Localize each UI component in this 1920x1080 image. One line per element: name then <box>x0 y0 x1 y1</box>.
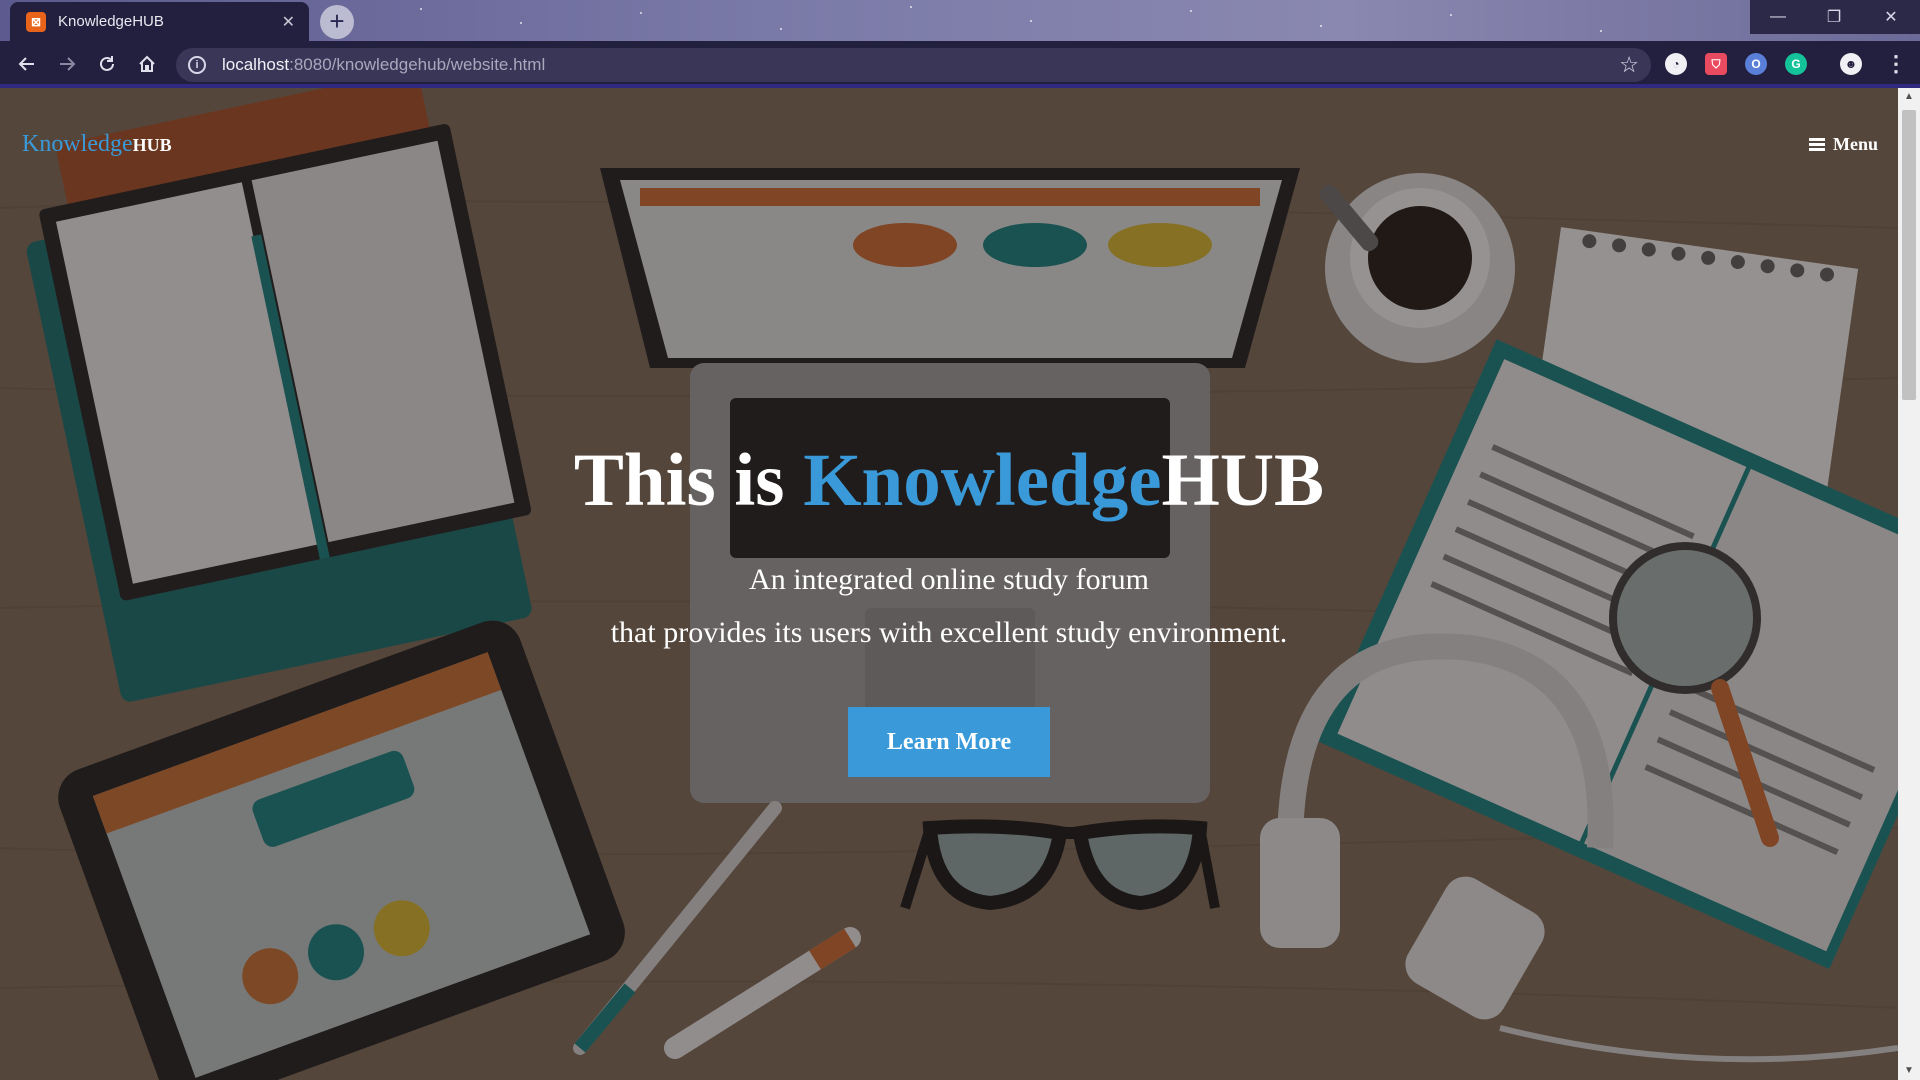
extension-grammarly-icon[interactable]: G <box>1785 53 1807 75</box>
menu-label: Menu <box>1833 134 1878 154</box>
brand-rest-text: HUB <box>132 135 172 155</box>
scroll-up-icon[interactable]: ▲ <box>1898 88 1920 106</box>
back-button[interactable] <box>12 49 42 79</box>
scrollbar-thumb[interactable] <box>1902 110 1916 400</box>
profile-avatar-icon[interactable]: ☻ <box>1840 53 1862 75</box>
hamburger-icon <box>1809 136 1825 154</box>
menu-button[interactable]: Menu <box>1809 134 1878 155</box>
xampp-icon: ⊠ <box>26 11 46 32</box>
home-icon <box>139 55 155 72</box>
scroll-down-icon[interactable]: ▼ <box>1898 1062 1920 1080</box>
hero-subtitle-line2: that provides its users with excellent s… <box>610 616 1288 649</box>
hero-title-accent: Knowledge <box>803 439 1162 522</box>
extension-speed-icon[interactable]: ◔ <box>1665 53 1687 75</box>
extension-pocket-icon[interactable]: ⛉ <box>1705 53 1727 75</box>
browser-tab[interactable]: ⊠ KnowledgeHUB ✕ <box>10 2 309 41</box>
site-logo[interactable]: KnowledgeHUB <box>22 131 172 158</box>
home-button[interactable] <box>132 49 162 79</box>
reload-button[interactable] <box>92 49 122 79</box>
reload-icon <box>100 56 114 71</box>
arrow-right-icon <box>60 57 76 71</box>
browser-menu-icon[interactable]: ⋮ <box>1885 51 1907 77</box>
page-viewport: KnowledgeHUB Menu This is KnowledgeHUB A… <box>0 88 1898 1080</box>
arrow-left-icon <box>18 57 34 71</box>
page-scrollbar[interactable]: ▲ ▼ <box>1898 88 1920 1080</box>
url-host: localhost <box>222 55 290 74</box>
browser-toolbar: i localhost:8080/knowledgehub/website.ht… <box>0 41 1920 88</box>
new-tab-button[interactable]: + <box>320 5 354 39</box>
maximize-button[interactable]: ❐ <box>1806 0 1862 34</box>
address-bar[interactable]: i localhost:8080/knowledgehub/website.ht… <box>176 48 1651 82</box>
close-window-button[interactable]: ✕ <box>1862 0 1920 34</box>
minimize-button[interactable]: — <box>1750 0 1806 34</box>
info-icon[interactable]: i <box>188 56 206 74</box>
hero-title-suffix: HUB <box>1161 439 1325 522</box>
extension-o-icon[interactable]: O <box>1745 53 1767 75</box>
forward-button[interactable] <box>52 49 82 79</box>
tab-close-icon[interactable]: ✕ <box>282 12 295 32</box>
hero-title-prefix: This is <box>573 439 804 522</box>
learn-more-button[interactable]: Learn More <box>848 707 1050 777</box>
tab-title: KnowledgeHUB <box>58 13 164 30</box>
browser-tab-strip: ⊠ KnowledgeHUB ✕ + — ❐ ✕ <box>0 0 1920 41</box>
brand-accent-text: Knowledge <box>22 131 133 157</box>
url-path: :8080/knowledgehub/website.html <box>289 55 546 74</box>
bookmark-star-icon[interactable]: ☆ <box>1619 52 1639 78</box>
hero-title: This is KnowledgeHUB <box>0 438 1898 524</box>
hero-subtitle-line1: An integrated online study forum <box>749 563 1149 596</box>
